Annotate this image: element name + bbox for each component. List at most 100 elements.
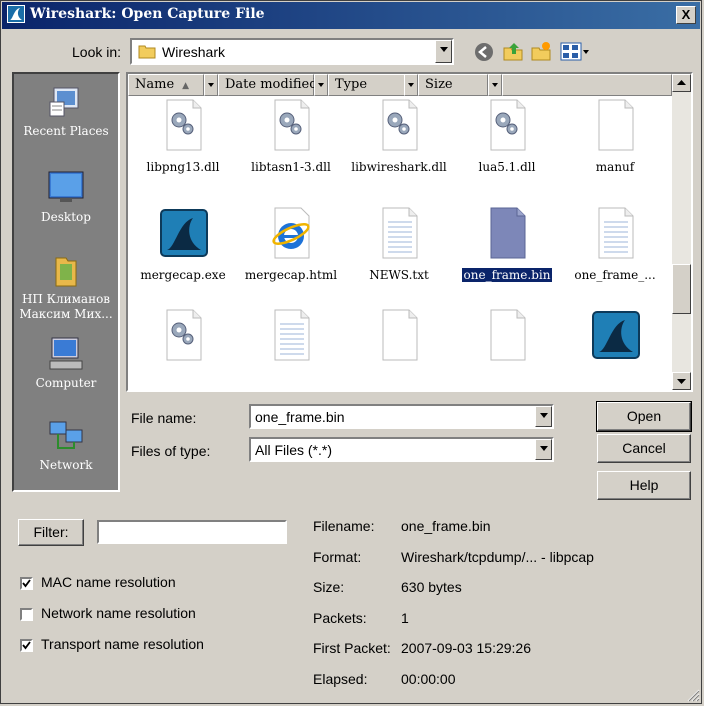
column-header-size[interactable]: Size — [418, 74, 488, 96]
place-label: Recent Places — [23, 124, 109, 138]
checkbox[interactable] — [20, 608, 33, 621]
file-name: libwireshark.dll — [351, 160, 447, 174]
info-value: 1 — [401, 609, 409, 626]
file-name-dropdown-button[interactable] — [535, 406, 552, 427]
new-folder-icon[interactable] — [530, 40, 552, 62]
info-value: 630 bytes — [401, 579, 462, 595]
text-file-icon — [382, 207, 418, 259]
file-name: manuf — [595, 160, 635, 174]
info-value: one_frame.bin — [401, 518, 491, 534]
scroll-thumb[interactable] — [672, 264, 691, 314]
checkbox-label[interactable]: Transport name resolution — [41, 636, 204, 652]
info-label: Format: — [313, 548, 362, 565]
desktop-icon — [48, 171, 84, 202]
arrow-down-icon — [677, 379, 686, 384]
wireshark-app-icon — [160, 209, 208, 257]
help-button[interactable]: Help — [597, 471, 691, 500]
up-folder-icon[interactable] — [502, 40, 524, 62]
computer-icon — [49, 337, 83, 370]
file-item[interactable]: lua5.1.dll — [452, 96, 562, 174]
window-title: Wireshark: Open Capture File — [30, 6, 265, 22]
file-item[interactable]: one_frame_... — [560, 204, 670, 282]
info-label: Filename: — [313, 518, 375, 534]
file-list-scrollbar[interactable] — [672, 74, 691, 390]
file-item[interactable] — [560, 306, 670, 364]
column-header-name[interactable]: Name ▲ — [128, 74, 204, 96]
files-of-type-value: All Files (*.*) — [255, 442, 333, 458]
checkbox[interactable] — [20, 639, 33, 652]
file-name: mergecap.html — [244, 268, 338, 282]
filter-input[interactable] — [97, 520, 287, 544]
close-button[interactable]: X — [676, 6, 696, 24]
back-icon[interactable] — [474, 42, 494, 62]
file-item[interactable]: mergecap.exe — [128, 204, 238, 282]
blank-file-icon — [382, 309, 418, 361]
file-item[interactable]: mergecap.html — [236, 204, 346, 282]
text-file-icon — [274, 309, 310, 361]
place-label: Computer — [35, 376, 97, 390]
column-date-dropdown[interactable] — [314, 74, 328, 96]
column-name-dropdown[interactable] — [204, 74, 218, 96]
checkbox-label[interactable]: Network name resolution — [41, 605, 196, 621]
file-name: libtasn1-3.dll — [251, 160, 331, 174]
file-item[interactable] — [128, 306, 238, 364]
scroll-up-button[interactable] — [672, 74, 691, 92]
file-item[interactable] — [344, 306, 454, 364]
file-name: one_frame.bin — [460, 267, 554, 283]
place-computer[interactable]: Computer — [14, 336, 118, 391]
file-item[interactable] — [236, 306, 346, 364]
dll-icon — [274, 99, 310, 151]
files-of-type-select[interactable]: All Files (*.*) — [249, 437, 554, 462]
folder-icon — [138, 45, 156, 59]
file-list[interactable]: Name ▲ Date modified Type Size libpng13.d… — [126, 72, 693, 392]
cancel-button[interactable]: Cancel — [597, 434, 691, 463]
file-item[interactable]: libwireshark.dll — [344, 96, 454, 174]
file-item[interactable]: manuf — [560, 96, 670, 174]
look-in-value: Wireshark — [162, 44, 226, 60]
checkmark-icon — [22, 579, 31, 588]
column-label: Name — [135, 77, 175, 92]
file-item[interactable]: libpng13.dll — [128, 96, 238, 174]
user-folder-icon — [55, 257, 77, 287]
column-label: Type — [335, 77, 368, 92]
column-type-dropdown[interactable] — [404, 74, 418, 96]
files-of-type-dropdown-button[interactable] — [535, 439, 552, 460]
blank-file-icon — [598, 99, 634, 151]
resize-grip-icon[interactable] — [684, 686, 700, 702]
checkmark-icon — [22, 641, 31, 650]
view-menu-icon[interactable] — [560, 42, 590, 62]
file-item[interactable]: NEWS.txt — [344, 204, 454, 282]
dll-icon — [490, 99, 526, 151]
info-value: 2007-09-03 15:29:26 — [401, 640, 531, 656]
column-header-date-modified[interactable]: Date modified — [218, 74, 318, 96]
open-button[interactable]: Open — [596, 401, 692, 432]
checkbox[interactable] — [20, 577, 33, 590]
files-of-type-label: Files of type: — [131, 443, 211, 459]
place-label: Network — [39, 458, 93, 472]
file-item[interactable] — [452, 306, 562, 364]
place-recent-places[interactable]: Recent Places — [14, 84, 118, 139]
column-header-filler — [502, 74, 672, 96]
look-in-dropdown-button[interactable] — [435, 40, 452, 63]
places-bar: Recent Places Desktop НП Климанов Максим… — [12, 72, 120, 492]
file-name-input[interactable]: one_frame.bin — [249, 404, 554, 429]
file-name: mergecap.exe — [140, 268, 226, 282]
blank-file-icon — [490, 309, 526, 361]
scroll-down-button[interactable] — [672, 372, 691, 390]
checkbox-label[interactable]: MAC name resolution — [41, 574, 176, 590]
dll-icon — [382, 99, 418, 151]
file-item[interactable]: one_frame.bin — [452, 204, 562, 283]
file-item[interactable]: libtasn1-3.dll — [236, 96, 346, 174]
place-desktop[interactable]: Desktop — [14, 170, 118, 225]
column-size-dropdown[interactable] — [488, 74, 502, 96]
place-user-folder[interactable]: НП Климанов Максим Мих... — [14, 252, 118, 322]
look-in-combo[interactable]: Wireshark — [130, 38, 454, 65]
filter-button[interactable]: Filter: — [18, 519, 84, 546]
place-label: Desktop — [41, 210, 91, 224]
file-name-label: File name: — [131, 410, 197, 426]
place-network[interactable]: Network — [14, 418, 118, 473]
file-name: NEWS.txt — [369, 268, 429, 282]
arrow-up-icon — [677, 80, 686, 85]
place-label: НП Климанов Максим Мих... — [19, 292, 113, 321]
file-name: libpng13.dll — [146, 160, 220, 174]
